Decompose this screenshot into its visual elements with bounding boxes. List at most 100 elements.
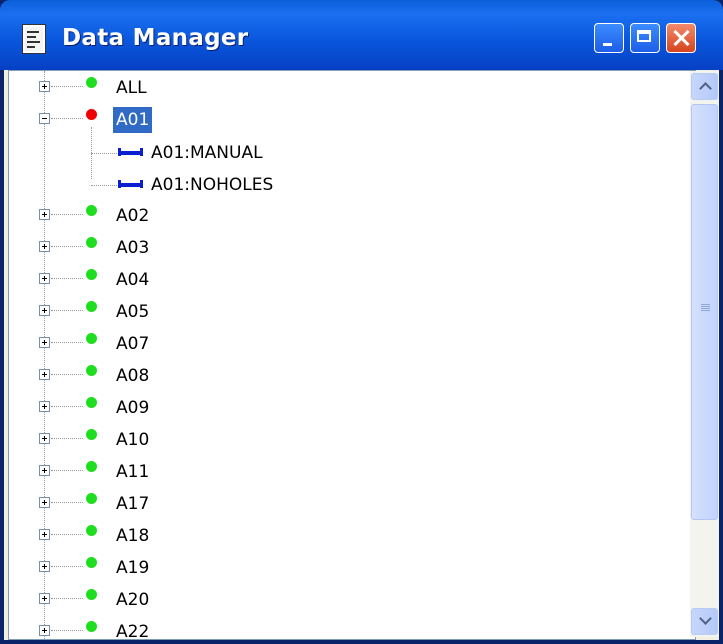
status-dot-green-icon bbox=[86, 269, 97, 280]
status-dot-green-icon bbox=[86, 621, 97, 632]
tree-item[interactable]: A01 bbox=[9, 105, 695, 137]
expand-icon[interactable] bbox=[39, 561, 50, 572]
status-dot-green-icon bbox=[86, 301, 97, 312]
status-dot-green-icon bbox=[86, 77, 97, 88]
expand-icon[interactable] bbox=[39, 529, 50, 540]
tree-connector-line bbox=[51, 598, 83, 599]
tree-connector-line bbox=[51, 566, 83, 567]
scroll-down-button[interactable] bbox=[691, 608, 718, 635]
tree-item[interactable]: A10 bbox=[9, 425, 695, 457]
grip-icon bbox=[701, 304, 710, 312]
tree-connector-line bbox=[51, 502, 83, 503]
close-button[interactable] bbox=[666, 23, 696, 53]
tree-item-label[interactable]: A22 bbox=[113, 622, 152, 639]
tree-item-label[interactable]: ALL bbox=[113, 78, 150, 98]
data-tree[interactable]: ALL A01 A01:MANUAL A01:NOHOLES A02 A03 A04 A05 A… bbox=[8, 70, 696, 640]
status-dot-green-icon bbox=[86, 397, 97, 408]
tree-item[interactable]: A19 bbox=[9, 553, 695, 585]
maximize-button[interactable] bbox=[630, 23, 660, 53]
tree-item[interactable]: A17 bbox=[9, 489, 695, 521]
tree-connector-line bbox=[51, 246, 83, 247]
status-dot-green-icon bbox=[86, 461, 97, 472]
segment-icon bbox=[118, 180, 143, 188]
vertical-scrollbar[interactable] bbox=[690, 71, 719, 637]
status-dot-green-icon bbox=[86, 333, 97, 344]
tree-item-label[interactable]: A01 bbox=[113, 107, 153, 133]
tree-item-label[interactable]: A01:NOHOLES bbox=[148, 175, 276, 195]
tree-child-item[interactable]: A01:MANUAL bbox=[9, 137, 695, 169]
tree-connector-line bbox=[51, 374, 83, 375]
tree-item-label[interactable]: A02 bbox=[113, 206, 152, 226]
expand-icon[interactable] bbox=[39, 337, 50, 348]
tree-item[interactable]: A18 bbox=[9, 521, 695, 553]
tree-connector-line bbox=[91, 185, 117, 186]
tree-item-label[interactable]: A09 bbox=[113, 398, 152, 418]
tree-item[interactable]: A09 bbox=[9, 393, 695, 425]
minimize-button[interactable] bbox=[594, 23, 624, 53]
expand-icon[interactable] bbox=[39, 369, 50, 380]
tree-connector-line bbox=[51, 534, 83, 535]
tree-item-label[interactable]: A03 bbox=[113, 238, 152, 258]
expand-icon[interactable] bbox=[39, 433, 50, 444]
tree-child-item[interactable]: A01:NOHOLES bbox=[9, 169, 695, 201]
status-dot-green-icon bbox=[86, 493, 97, 504]
tree-item[interactable]: A07 bbox=[9, 329, 695, 361]
expand-icon[interactable] bbox=[39, 625, 50, 636]
tree-connector-line bbox=[51, 470, 83, 471]
data-manager-window: Data Manager ALL A01 A01:MANUAL A01:NOHOLES… bbox=[0, 0, 723, 644]
status-dot-green-icon bbox=[86, 525, 97, 536]
expand-icon[interactable] bbox=[39, 593, 50, 604]
tree-connector-line bbox=[51, 86, 83, 87]
tree-item-label[interactable]: A01:MANUAL bbox=[148, 143, 266, 163]
tree-item[interactable]: A04 bbox=[9, 265, 695, 297]
status-dot-green-icon bbox=[86, 429, 97, 440]
expand-icon[interactable] bbox=[39, 465, 50, 476]
expand-icon[interactable] bbox=[39, 401, 50, 412]
tree-item[interactable]: A05 bbox=[9, 297, 695, 329]
tree-item-label[interactable]: A11 bbox=[113, 462, 152, 482]
tree-connector-line bbox=[51, 438, 83, 439]
tree-item-label[interactable]: A20 bbox=[113, 590, 152, 610]
expand-icon[interactable] bbox=[39, 81, 50, 92]
tree-item-label[interactable]: A19 bbox=[113, 558, 152, 578]
status-dot-green-icon bbox=[86, 205, 97, 216]
tree-item[interactable]: A08 bbox=[9, 361, 695, 393]
tree-connector-line bbox=[51, 278, 83, 279]
tree-item[interactable]: A22 bbox=[9, 617, 695, 639]
tree-connector-line bbox=[51, 406, 83, 407]
tree-item-label[interactable]: A17 bbox=[113, 494, 152, 514]
status-dot-green-icon bbox=[86, 589, 97, 600]
tree-item[interactable]: A03 bbox=[9, 233, 695, 265]
tree-item[interactable]: A20 bbox=[9, 585, 695, 617]
title-bar[interactable]: Data Manager bbox=[0, 0, 723, 70]
tree-item-label[interactable]: A10 bbox=[113, 430, 152, 450]
expand-icon[interactable] bbox=[39, 209, 50, 220]
tree-connector-line bbox=[91, 127, 92, 179]
segment-icon bbox=[118, 148, 143, 156]
tree-connector-line bbox=[51, 342, 83, 343]
expand-icon[interactable] bbox=[39, 305, 50, 316]
tree-item-label[interactable]: A07 bbox=[113, 334, 152, 354]
expand-icon[interactable] bbox=[39, 497, 50, 508]
tree-item[interactable]: A11 bbox=[9, 457, 695, 489]
status-dot-green-icon bbox=[86, 237, 97, 248]
collapse-icon[interactable] bbox=[39, 113, 50, 124]
scroll-thumb[interactable] bbox=[691, 104, 718, 520]
tree-connector-line bbox=[51, 310, 83, 311]
tree-connector-line bbox=[51, 214, 83, 215]
tree-item-label[interactable]: A18 bbox=[113, 526, 152, 546]
status-dot-green-icon bbox=[86, 365, 97, 376]
tree-connector-line bbox=[51, 630, 83, 631]
data-manager-icon[interactable] bbox=[22, 24, 46, 54]
status-dot-red-icon bbox=[86, 109, 97, 120]
expand-icon[interactable] bbox=[39, 273, 50, 284]
tree-item[interactable]: ALL bbox=[9, 73, 695, 105]
tree-connector-line bbox=[51, 118, 83, 119]
status-dot-green-icon bbox=[86, 557, 97, 568]
tree-item-label[interactable]: A05 bbox=[113, 302, 152, 322]
tree-item-label[interactable]: A04 bbox=[113, 270, 152, 290]
scroll-up-button[interactable] bbox=[691, 73, 718, 100]
tree-item[interactable]: A02 bbox=[9, 201, 695, 233]
tree-item-label[interactable]: A08 bbox=[113, 366, 152, 386]
expand-icon[interactable] bbox=[39, 241, 50, 252]
